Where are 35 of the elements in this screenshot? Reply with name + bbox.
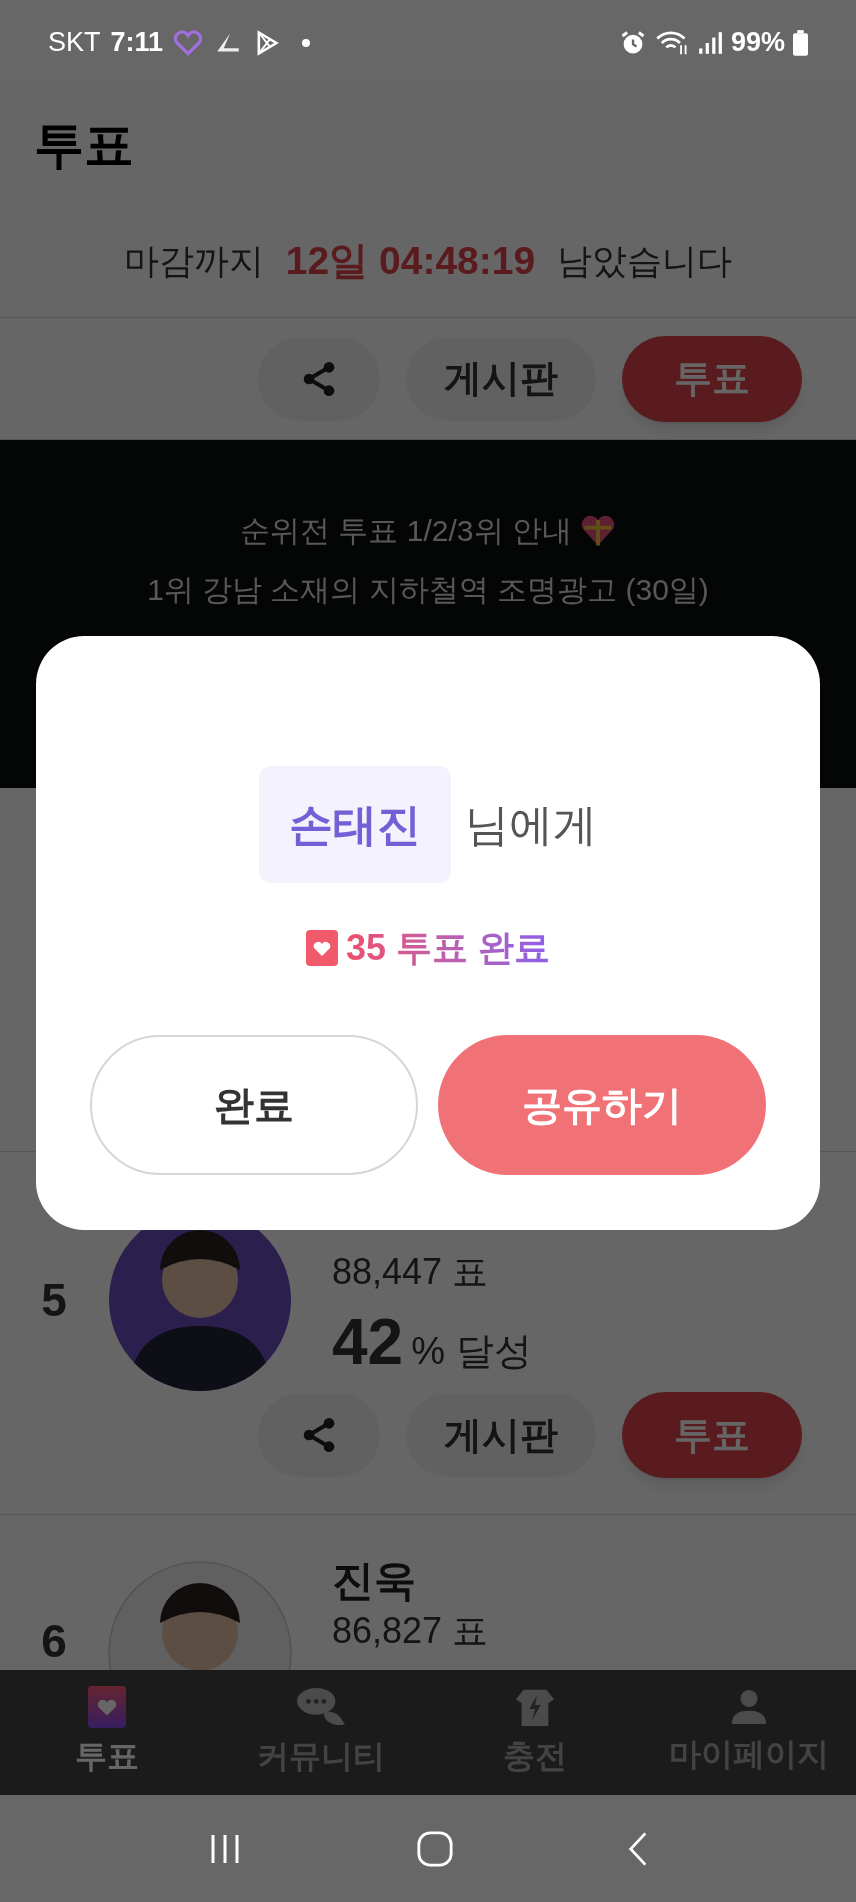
rank-number: 6: [41, 1614, 67, 1669]
page-title: 투표: [34, 115, 134, 175]
rank-number: 5: [41, 1273, 67, 1328]
vote-count: 86,827 표: [332, 1609, 489, 1653]
share-button[interactable]: 공유하기: [438, 1035, 766, 1175]
signal-icon: [696, 29, 723, 56]
banner-text: 순위전 투표 1/2/3위 안내: [240, 513, 572, 549]
board-button[interactable]: 게시판: [406, 336, 596, 421]
done-button[interactable]: 완료: [90, 1035, 418, 1175]
heart-icon: [173, 29, 204, 56]
heart-card-icon: [305, 930, 338, 966]
percent-label: % 달성: [411, 1329, 532, 1374]
clock-time: 7:11: [110, 26, 164, 60]
banner-text: 1위 강남 소재의 지하철역 조명광고 (30일): [147, 572, 709, 608]
vote-button[interactable]: 투표: [622, 1392, 802, 1478]
percent-value: 42: [332, 1306, 404, 1378]
home-icon: [416, 1829, 454, 1868]
recipient-name: 손태진: [259, 766, 451, 883]
gift-heart-icon: [579, 514, 616, 547]
board-button[interactable]: 게시판: [406, 1393, 596, 1477]
countdown-label: 남았습니다: [557, 239, 733, 282]
person-icon: [730, 1687, 768, 1726]
notification-dot-icon: [301, 37, 312, 48]
countdown-label: 마감까지: [123, 239, 264, 282]
recipient-label: 님에게: [465, 798, 597, 851]
battery-percent: 99%: [730, 26, 785, 60]
heart-card-icon: [88, 1685, 126, 1728]
carrier-label: SKT: [48, 26, 101, 60]
candidate-name: 진욱: [332, 1556, 417, 1606]
chat-bubbles-icon: [295, 1685, 347, 1728]
vote-count: 88,447 표: [332, 1250, 490, 1294]
vote-button[interactable]: 투표: [622, 335, 802, 422]
nav-tab[interactable]: 투표: [0, 1670, 214, 1795]
countdown-time: 12일 04:48:19: [285, 237, 536, 284]
battery-icon: [793, 29, 808, 56]
